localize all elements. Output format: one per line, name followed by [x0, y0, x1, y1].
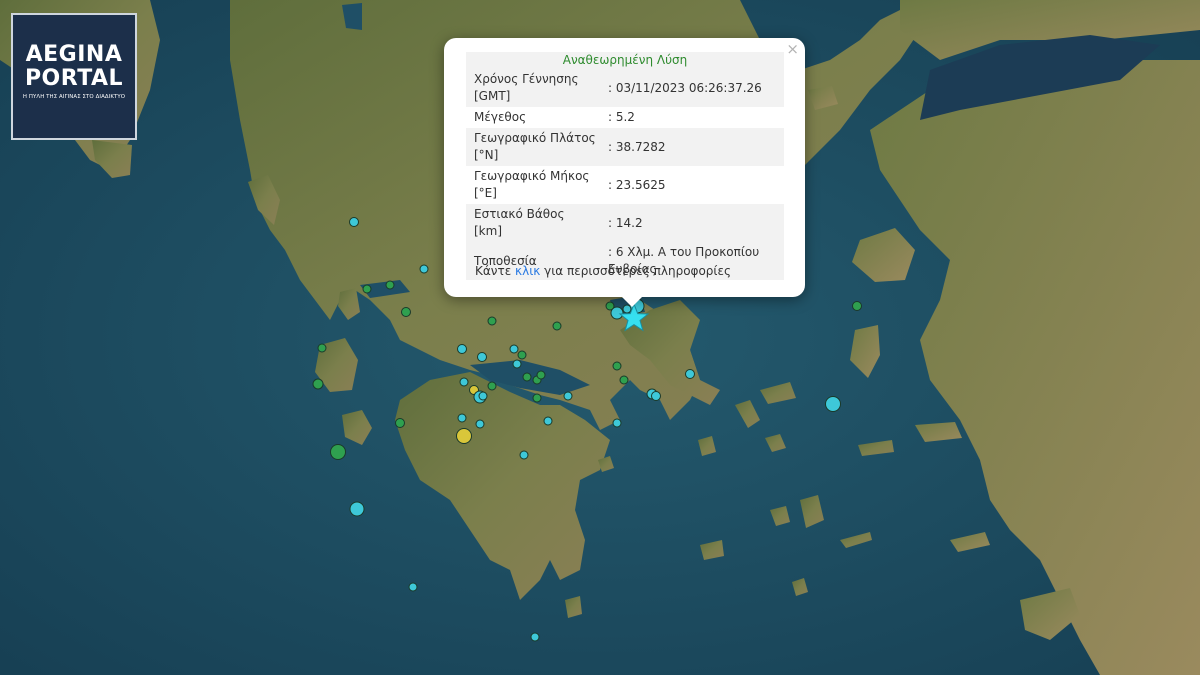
quake-marker[interactable] [536, 370, 546, 380]
logo-tagline: Η ΠΥΛΗ ΤΗΣ ΑΙΓΙΝΑΣ ΣΤΟ ΔΙΑΔΙΚΤΥΟ [22, 94, 126, 100]
quake-marker[interactable] [330, 444, 346, 460]
detail-label: Χρόνος Γέννησης [GMT] [466, 69, 604, 107]
quake-marker[interactable] [509, 344, 519, 354]
quake-marker[interactable] [612, 418, 622, 428]
quake-marker[interactable] [457, 413, 467, 423]
quake-marker[interactable] [522, 372, 532, 382]
detail-value: : 14.2 [604, 204, 784, 242]
quake-marker[interactable] [349, 217, 359, 227]
quake-marker[interactable] [552, 321, 562, 331]
quake-marker[interactable] [543, 416, 553, 426]
aegina-portal-logo: AEGINA PORTAL Η ΠΥΛΗ ΤΗΣ ΑΙΓΙΝΑΣ ΣΤΟ ΔΙΑ… [11, 13, 137, 140]
quake-marker[interactable] [477, 352, 487, 362]
more-info-line: Κάντε κλικ για περισσότερες πληροφορίες [475, 264, 731, 278]
close-icon[interactable]: × [786, 41, 799, 57]
quake-marker[interactable] [563, 391, 573, 401]
quake-marker[interactable] [395, 418, 405, 428]
quake-marker[interactable] [419, 264, 429, 274]
quake-marker[interactable] [408, 582, 418, 592]
quake-marker[interactable] [459, 377, 469, 387]
quake-marker[interactable] [651, 391, 661, 401]
more-info-link[interactable]: κλικ [515, 264, 540, 278]
quake-marker[interactable] [317, 343, 327, 353]
quake-marker[interactable] [487, 316, 497, 326]
detail-row-longitude: Γεωγραφικό Μήκος [°E] : 23.5625 [466, 166, 784, 204]
detail-label: Γεωγραφικό Πλάτος [°N] [466, 128, 604, 166]
popup-title: Αναθεωρημένη Λύση [466, 52, 784, 69]
quake-marker[interactable] [825, 396, 841, 412]
quake-marker[interactable] [362, 284, 372, 294]
quake-marker[interactable] [685, 369, 695, 379]
detail-row-latitude: Γεωγραφικό Πλάτος [°N] : 38.7282 [466, 128, 784, 166]
quake-marker[interactable] [475, 419, 485, 429]
quake-marker[interactable] [457, 344, 467, 354]
quake-marker[interactable] [385, 280, 395, 290]
detail-row-origin-time: Χρόνος Γέννησης [GMT] : 03/11/2023 06:26… [466, 69, 784, 107]
quake-marker[interactable] [512, 359, 522, 369]
quake-marker[interactable] [610, 306, 624, 320]
detail-value: : 38.7282 [604, 128, 784, 166]
quake-marker[interactable] [487, 381, 497, 391]
quake-marker[interactable] [530, 632, 540, 642]
quake-marker[interactable] [517, 350, 527, 360]
detail-label: Γεωγραφικό Μήκος [°E] [474, 169, 590, 200]
quake-marker[interactable] [532, 393, 542, 403]
logo-line-2: PORTAL [24, 66, 124, 91]
quake-details-table: Αναθεωρημένη Λύση Χρόνος Γέννησης [GMT] … [466, 52, 784, 280]
earthquake-info-popup: × Αναθεωρημένη Λύση Χρόνος Γέννησης [GMT… [444, 38, 805, 307]
quake-marker[interactable] [456, 428, 472, 444]
more-info-prefix: Κάντε [475, 264, 516, 278]
quake-marker[interactable] [612, 361, 622, 371]
popup-pointer [622, 297, 642, 307]
detail-value: : 03/11/2023 06:26:37.26 [604, 69, 784, 107]
detail-row-depth: Εστιακό Βάθος [km] : 14.2 [466, 204, 784, 242]
detail-row-magnitude: Μέγεθος : 5.2 [466, 107, 784, 128]
quake-marker[interactable] [478, 391, 488, 401]
detail-value: : 5.2 [608, 110, 635, 124]
detail-label: Μέγεθος [474, 110, 527, 124]
quake-marker[interactable] [401, 307, 411, 317]
quake-marker[interactable] [852, 301, 862, 311]
detail-label: Εστιακό Βάθος [km] [466, 204, 604, 242]
quake-marker[interactable] [312, 378, 324, 390]
quake-marker[interactable] [349, 501, 365, 517]
more-info-suffix: για περισσότερες πληροφορίες [540, 264, 731, 278]
quake-marker[interactable] [519, 450, 529, 460]
detail-value: : 23.5625 [608, 177, 666, 192]
logo-line-1: AEGINA [25, 42, 123, 67]
quake-marker[interactable] [619, 375, 629, 385]
